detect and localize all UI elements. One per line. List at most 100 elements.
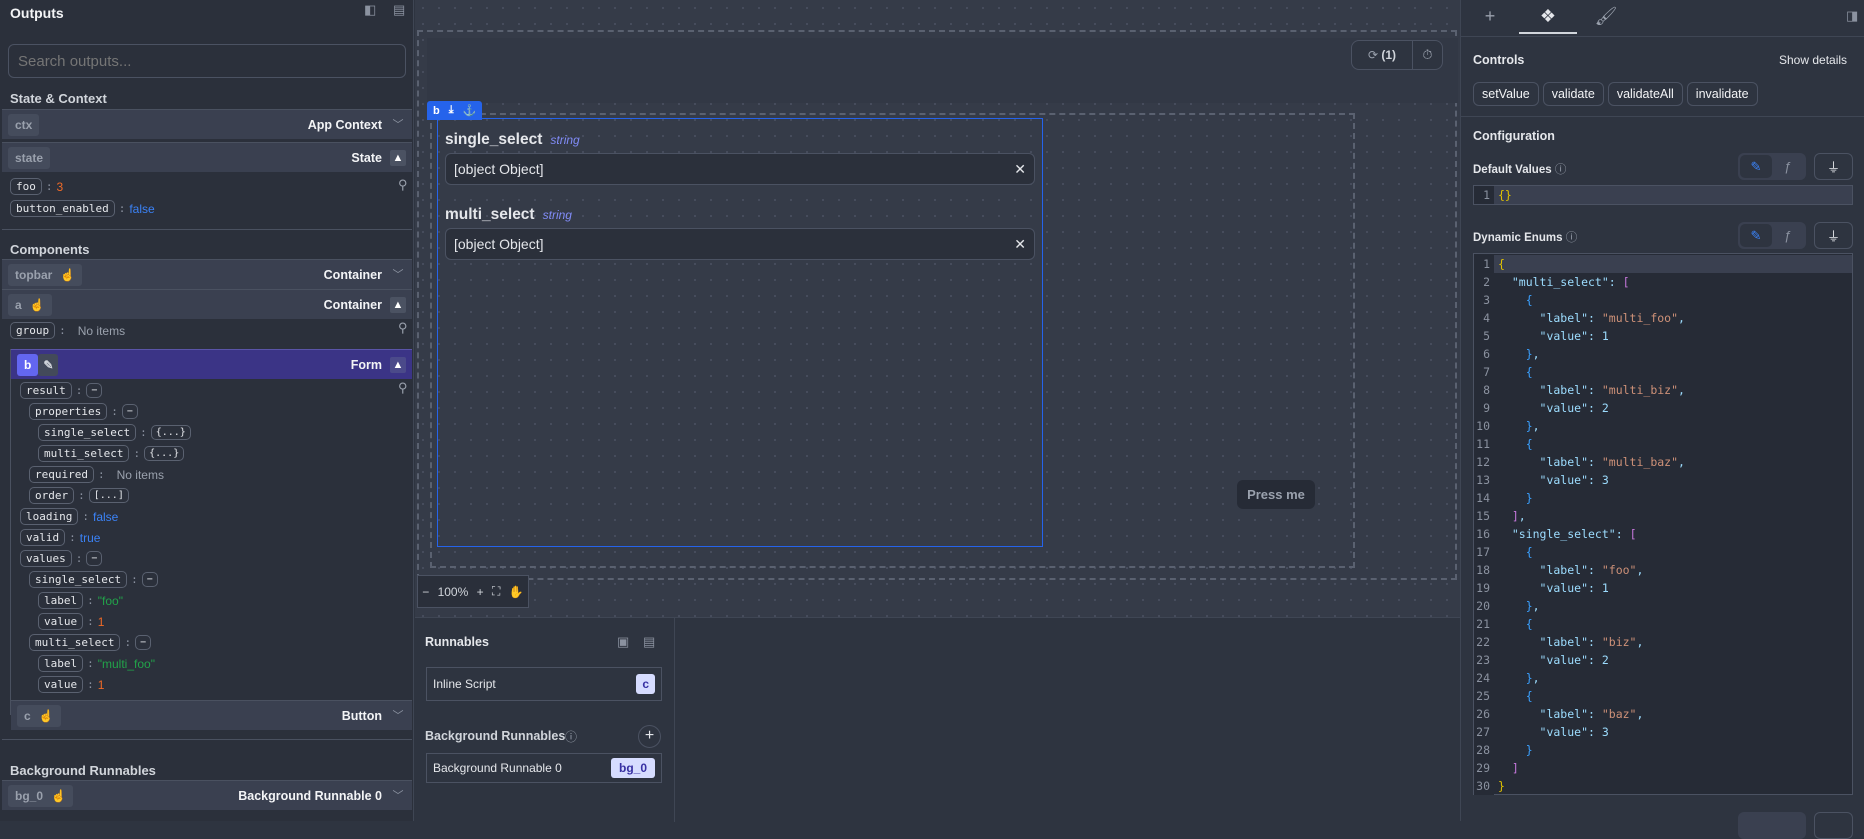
key: single_select	[29, 571, 128, 588]
form-b[interactable]: single_select string [object Object] ✕ multi…	[437, 118, 1043, 547]
code-line: 18 "label": "foo",	[1474, 561, 1852, 579]
key: group	[10, 322, 56, 339]
chevron-up-icon[interactable]: ▲	[390, 149, 406, 166]
search-icon[interactable]: ⚲	[398, 380, 408, 396]
state-row[interactable]: state State ▲	[2, 142, 412, 172]
ctx-row[interactable]: ctx App Context ﹀	[2, 109, 412, 139]
control-invalidate[interactable]: invalidate	[1686, 82, 1758, 106]
background-runnable-item[interactable]: Background Runnable 0 bg_0	[426, 753, 662, 783]
zoom-in-button[interactable]: +	[477, 585, 484, 599]
runnable-badge: c	[636, 674, 655, 694]
hand-pan-icon[interactable]: ✋	[509, 585, 524, 599]
tab-styling[interactable]: 🖌	[1577, 0, 1635, 34]
value[interactable]: −	[86, 383, 103, 398]
eval-mode-function-icon[interactable]: ƒ	[1772, 155, 1804, 178]
value[interactable]: −	[121, 404, 138, 419]
chevron-down-icon[interactable]: ﹀	[390, 117, 406, 133]
clear-icon[interactable]: ✕	[1014, 161, 1026, 178]
key: foo	[10, 178, 42, 195]
background-runnables-heading: Background Runnables	[10, 763, 156, 778]
chevron-up-icon[interactable]: ▲	[390, 356, 406, 373]
c-type: Button	[341, 708, 382, 723]
outputs-title: Outputs	[10, 5, 64, 21]
value: "foo"	[97, 593, 123, 608]
add-background-runnable-button[interactable]: +	[638, 725, 661, 748]
value[interactable]: −	[135, 635, 152, 650]
tab-insert[interactable]: +	[1461, 0, 1519, 34]
value[interactable]: {...}	[144, 446, 185, 461]
b-id: b	[17, 353, 39, 376]
info-icon: ⓘ	[1565, 232, 1578, 244]
search-icon[interactable]: ⚲	[398, 320, 408, 336]
chevron-down-icon[interactable]: ﹀	[390, 708, 406, 724]
a-row[interactable]: a ☝ Container ▲	[2, 289, 412, 319]
runnable-icon[interactable]: ▣	[617, 634, 629, 650]
runnable-name: Inline Script	[433, 677, 496, 691]
value[interactable]: {...}	[150, 425, 191, 440]
code-text: {	[1525, 437, 1533, 451]
chevron-up-icon[interactable]: ▲	[390, 296, 406, 313]
connect-plug-button[interactable]: ⏚	[1814, 153, 1853, 180]
select-input[interactable]: [object Object] ✕	[445, 153, 1035, 185]
runnable-name: Background Runnable 0	[433, 761, 562, 775]
b-row-selected[interactable]: b ✎ Form ▲	[11, 349, 412, 379]
control-setValue[interactable]: setValue	[1473, 82, 1539, 106]
value: false	[129, 201, 155, 216]
control-validate[interactable]: validate	[1542, 82, 1604, 106]
bg0-row[interactable]: bg_0 ☝ Background Runnable 0 ﹀	[2, 780, 412, 810]
runnable-item[interactable]: Inline Script c	[426, 667, 662, 701]
move-down-icon[interactable]: ⤓	[449, 104, 454, 117]
clear-icon[interactable]: ✕	[1014, 236, 1026, 253]
default-values-editor[interactable]: 1{}	[1473, 185, 1853, 205]
anchor-icon[interactable]: ⚓	[463, 104, 477, 117]
c-row[interactable]: c ☝ Button ﹀	[11, 700, 412, 730]
code-text: "multi_select": [	[1498, 275, 1630, 289]
value: true	[79, 530, 101, 545]
code-text: },	[1525, 671, 1540, 685]
code-text: }	[1525, 491, 1533, 505]
dynamic-enums-editor[interactable]: 1{2 "multi_select": [3 {4 "label": "mult…	[1473, 253, 1853, 795]
pencil-icon[interactable]: ✎	[38, 353, 59, 376]
hand-pointer-icon: ☝	[29, 297, 45, 312]
tree-item: properties: −	[29, 402, 191, 421]
topbar-row[interactable]: topbar ☝ Container ﹀	[2, 259, 412, 289]
value[interactable]: −	[141, 572, 158, 587]
control-validateAll[interactable]: validateAll	[1607, 82, 1683, 106]
value[interactable]: −	[86, 551, 103, 566]
divider	[2, 739, 412, 740]
c-id: c	[24, 708, 31, 723]
code-line: 12 "label": "multi_baz",	[1474, 453, 1852, 471]
timer-refresh-icon[interactable]: ⏱	[1413, 47, 1442, 63]
chevron-down-icon[interactable]: ﹀	[390, 788, 406, 804]
eval-mode-function-icon[interactable]: ƒ	[1772, 224, 1804, 247]
zoom-out-button[interactable]: −	[422, 585, 429, 599]
topbar-type: Container	[323, 267, 382, 282]
search-outputs-input[interactable]	[8, 44, 406, 78]
search-icon[interactable]: ⚲	[398, 177, 408, 193]
topbar-component[interactable]	[427, 38, 1458, 103]
press-me-button[interactable]: Press me	[1237, 480, 1315, 509]
select-input[interactable]: [object Object] ✕	[445, 228, 1035, 260]
code-text: "label": "biz",	[1498, 635, 1644, 649]
documentation-icon[interactable]: ▤	[643, 634, 655, 650]
static-mode-pencil-icon[interactable]: ✎	[1740, 155, 1772, 178]
code-line: 5 "value": 1	[1474, 327, 1852, 345]
documentation-icon[interactable]: ▤	[393, 2, 405, 18]
value[interactable]: [...]	[88, 488, 129, 503]
configuration-title: Configuration	[1473, 129, 1555, 143]
chevron-down-icon[interactable]: ﹀	[390, 267, 406, 283]
static-mode-pencil-icon[interactable]: ✎	[1740, 224, 1772, 247]
refresh-button[interactable]: ⟳ (1)	[1352, 41, 1413, 69]
app-canvas[interactable]: ⟳ (1) ⏱ b ⤓ ⚓ single_select string [object…	[415, 0, 1460, 617]
code-line: 15 ],	[1474, 507, 1852, 525]
collapse-panel-icon[interactable]: ◧	[364, 2, 376, 18]
tab-settings[interactable]: ❖	[1519, 0, 1577, 34]
code-text: }	[1525, 743, 1533, 757]
code-line: 27 "value": 3	[1474, 723, 1852, 741]
code-text: {	[1525, 545, 1533, 559]
connect-plug-button[interactable]: ⏚	[1814, 222, 1853, 249]
connect-plug-button[interactable]	[1814, 812, 1853, 839]
collapse-panel-icon[interactable]: ◨	[1846, 8, 1858, 24]
show-details-link[interactable]: Show details	[1779, 53, 1847, 67]
fit-screen-icon[interactable]: ⛶	[492, 584, 500, 599]
